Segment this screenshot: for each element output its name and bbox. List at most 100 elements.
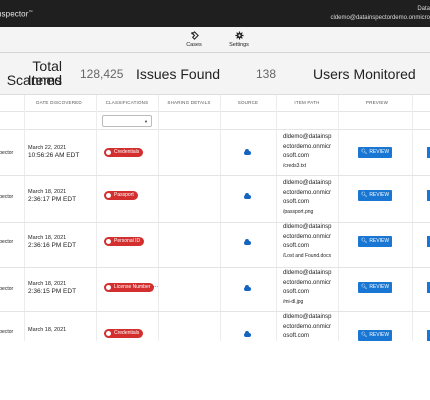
filter-row: ▼ bbox=[0, 112, 430, 130]
inspector-name: nspector bbox=[0, 286, 14, 292]
path-line: dldemo@datainsp bbox=[283, 134, 332, 140]
inspector-name: nspector bbox=[0, 329, 14, 335]
review-button[interactable]: 🔍︎ REVIEW bbox=[358, 236, 392, 247]
path-line: ectordemo.onmicr bbox=[283, 279, 332, 286]
cloud-icon bbox=[244, 331, 251, 337]
item-path: dldemo@datainsp ectordemo.onmicr osoft.com… bbox=[283, 179, 345, 217]
col-preview[interactable]: PREVIEW bbox=[346, 100, 408, 105]
users-monitored-label: Users Monitored bbox=[313, 66, 416, 82]
path-line: ectordemo.onmicr bbox=[283, 143, 332, 150]
date-text: March 18, 2021 bbox=[28, 235, 67, 241]
cloud-icon bbox=[244, 239, 251, 245]
cases-icon bbox=[174, 31, 214, 41]
review-label: REVIEW bbox=[369, 149, 390, 155]
date-text: March 18, 2021 bbox=[28, 327, 67, 333]
classification-badge[interactable]: Passport bbox=[104, 191, 138, 200]
chevron-down-icon: ▼ bbox=[144, 119, 148, 124]
search-icon: 🔍︎ bbox=[360, 149, 368, 155]
review-button[interactable]: 🔍︎ REVIEW bbox=[358, 330, 392, 341]
search-icon: 🔍︎ bbox=[360, 192, 368, 198]
file-name: /creds3.txt bbox=[283, 162, 307, 169]
cloud-icon bbox=[244, 149, 251, 155]
search-icon: 🔍︎ bbox=[360, 238, 368, 244]
path-line: osoft.com bbox=[283, 289, 310, 295]
table-row[interactable]: nspector March 18, 20212:36:17 PM EDT Pa… bbox=[0, 176, 430, 223]
path-line: ectordemo.onmicr bbox=[283, 323, 332, 330]
path-line: ectordemo.onmicr bbox=[283, 189, 332, 196]
date-discovered: March 18, 2021 2:36:17 PM EDT bbox=[28, 188, 76, 204]
app-frame: nspector™ Data cldemo@datainspectordemo.… bbox=[0, 0, 430, 341]
issues-found-label: Issues Found bbox=[136, 66, 221, 82]
review-label: REVIEW bbox=[369, 238, 390, 244]
table-row[interactable]: nspector March 18, 2021 Credentials dlde… bbox=[0, 312, 430, 341]
total-items-label-2: Scanned bbox=[6, 72, 62, 88]
col-item-path[interactable]: ITEM PATH bbox=[276, 100, 338, 105]
item-path: dldemo@datainsp ectordemo.onmicr osoft.com… bbox=[283, 269, 345, 307]
nav-settings[interactable]: Settings bbox=[219, 31, 259, 48]
trademark-mark: ™ bbox=[28, 9, 33, 14]
classification-badge[interactable]: License Number bbox=[104, 283, 155, 292]
date-discovered: March 18, 2021 2:36:15 PM EDT bbox=[28, 280, 76, 296]
search-icon: 🔍︎ bbox=[360, 284, 368, 290]
path-line: osoft.com bbox=[283, 333, 310, 339]
file-name: /Lost and Found.docx bbox=[283, 252, 332, 259]
time-text: 2:36:15 PM EDT bbox=[28, 288, 77, 295]
path-line: osoft.com bbox=[283, 153, 310, 159]
inspector-name: nspector bbox=[0, 239, 14, 245]
table-row[interactable]: nspector March 18, 20212:36:15 PM EDT Li… bbox=[0, 268, 430, 312]
classification-badge[interactable]: Personal ID bbox=[104, 237, 145, 246]
date-text: March 18, 2021 bbox=[28, 189, 67, 195]
file-name: /mi-dl.jpg bbox=[283, 298, 304, 305]
gear-icon bbox=[219, 31, 259, 41]
cloud-icon bbox=[244, 285, 251, 291]
main-nav: Cases Settings bbox=[0, 27, 430, 53]
account-email[interactable]: cldemo@datainspectordemo.onmicro bbox=[331, 15, 430, 21]
path-line: osoft.com bbox=[283, 243, 310, 249]
classification-filter-select[interactable]: ▼ bbox=[102, 115, 152, 127]
col-sharing-details[interactable]: SHARING DETAILS bbox=[158, 100, 220, 105]
item-path: dldemo@datainsp ectordemo.onmicr osoft.com bbox=[283, 313, 345, 341]
more-classifications[interactable]: ... bbox=[153, 283, 158, 289]
path-line: dldemo@datainsp bbox=[283, 270, 332, 276]
classification-badge[interactable]: Credentials bbox=[104, 148, 144, 157]
col-source[interactable]: SOURCE bbox=[220, 100, 276, 105]
review-button[interactable]: 🔍︎ REVIEW bbox=[358, 147, 392, 158]
date-discovered: March 18, 2021 bbox=[28, 326, 66, 334]
path-line: osoft.com bbox=[283, 199, 310, 205]
review-label: REVIEW bbox=[369, 332, 390, 338]
item-path: dldemo@datainsp ectordemo.onmicr osoft.com… bbox=[283, 133, 345, 171]
nav-cases-label: Cases bbox=[186, 42, 202, 48]
path-line: dldemo@datainsp bbox=[283, 180, 332, 186]
date-text: March 18, 2021 bbox=[28, 281, 67, 287]
review-button[interactable]: 🔍︎ REVIEW bbox=[358, 282, 392, 293]
date-text: March 22, 2021 bbox=[28, 145, 67, 151]
classification-badge[interactable]: Credentials bbox=[104, 329, 144, 338]
table-row[interactable]: nspector March 22, 202110:56:26 AM EDT C… bbox=[0, 130, 430, 176]
time-text: 2:36:16 PM EDT bbox=[28, 242, 77, 249]
date-discovered: March 18, 2021 2:36:16 PM EDT bbox=[28, 234, 76, 250]
inspector-name: nspector bbox=[0, 150, 14, 156]
col-date-discovered[interactable]: DATE DISCOVERED bbox=[28, 100, 90, 105]
search-icon: 🔍︎ bbox=[360, 332, 368, 338]
time-text: 10:56:26 AM EDT bbox=[28, 152, 80, 159]
item-path: dldemo@datainsp ectordemo.onmicr osoft.com… bbox=[283, 223, 345, 261]
nav-cases[interactable]: Cases bbox=[174, 31, 214, 48]
brand-logo: nspector™ bbox=[0, 9, 33, 19]
account-title: Data bbox=[417, 6, 430, 12]
date-discovered: March 22, 2021 10:56:26 AM EDT bbox=[28, 144, 79, 160]
brand-text: nspector bbox=[0, 9, 29, 19]
path-line: ectordemo.onmicr bbox=[283, 233, 332, 240]
cloud-icon bbox=[244, 193, 251, 199]
review-label: REVIEW bbox=[369, 284, 390, 290]
summary-bar: Total Items Scanned 128,425 Issues Found… bbox=[0, 53, 430, 95]
path-line: dldemo@datainsp bbox=[283, 314, 332, 320]
table-row[interactable]: nspector March 18, 20212:36:16 PM EDT Pe… bbox=[0, 223, 430, 268]
review-label: REVIEW bbox=[369, 192, 390, 198]
inspector-name: nspector bbox=[0, 194, 14, 200]
col-classifications[interactable]: CLASSIFICATIONS bbox=[96, 100, 158, 105]
total-items-value: 128,425 bbox=[80, 67, 124, 81]
time-text: 2:36:17 PM EDT bbox=[28, 196, 77, 203]
nav-settings-label: Settings bbox=[229, 42, 249, 48]
top-bar: nspector™ Data cldemo@datainspectordemo.… bbox=[0, 0, 430, 27]
review-button[interactable]: 🔍︎ REVIEW bbox=[358, 190, 392, 201]
